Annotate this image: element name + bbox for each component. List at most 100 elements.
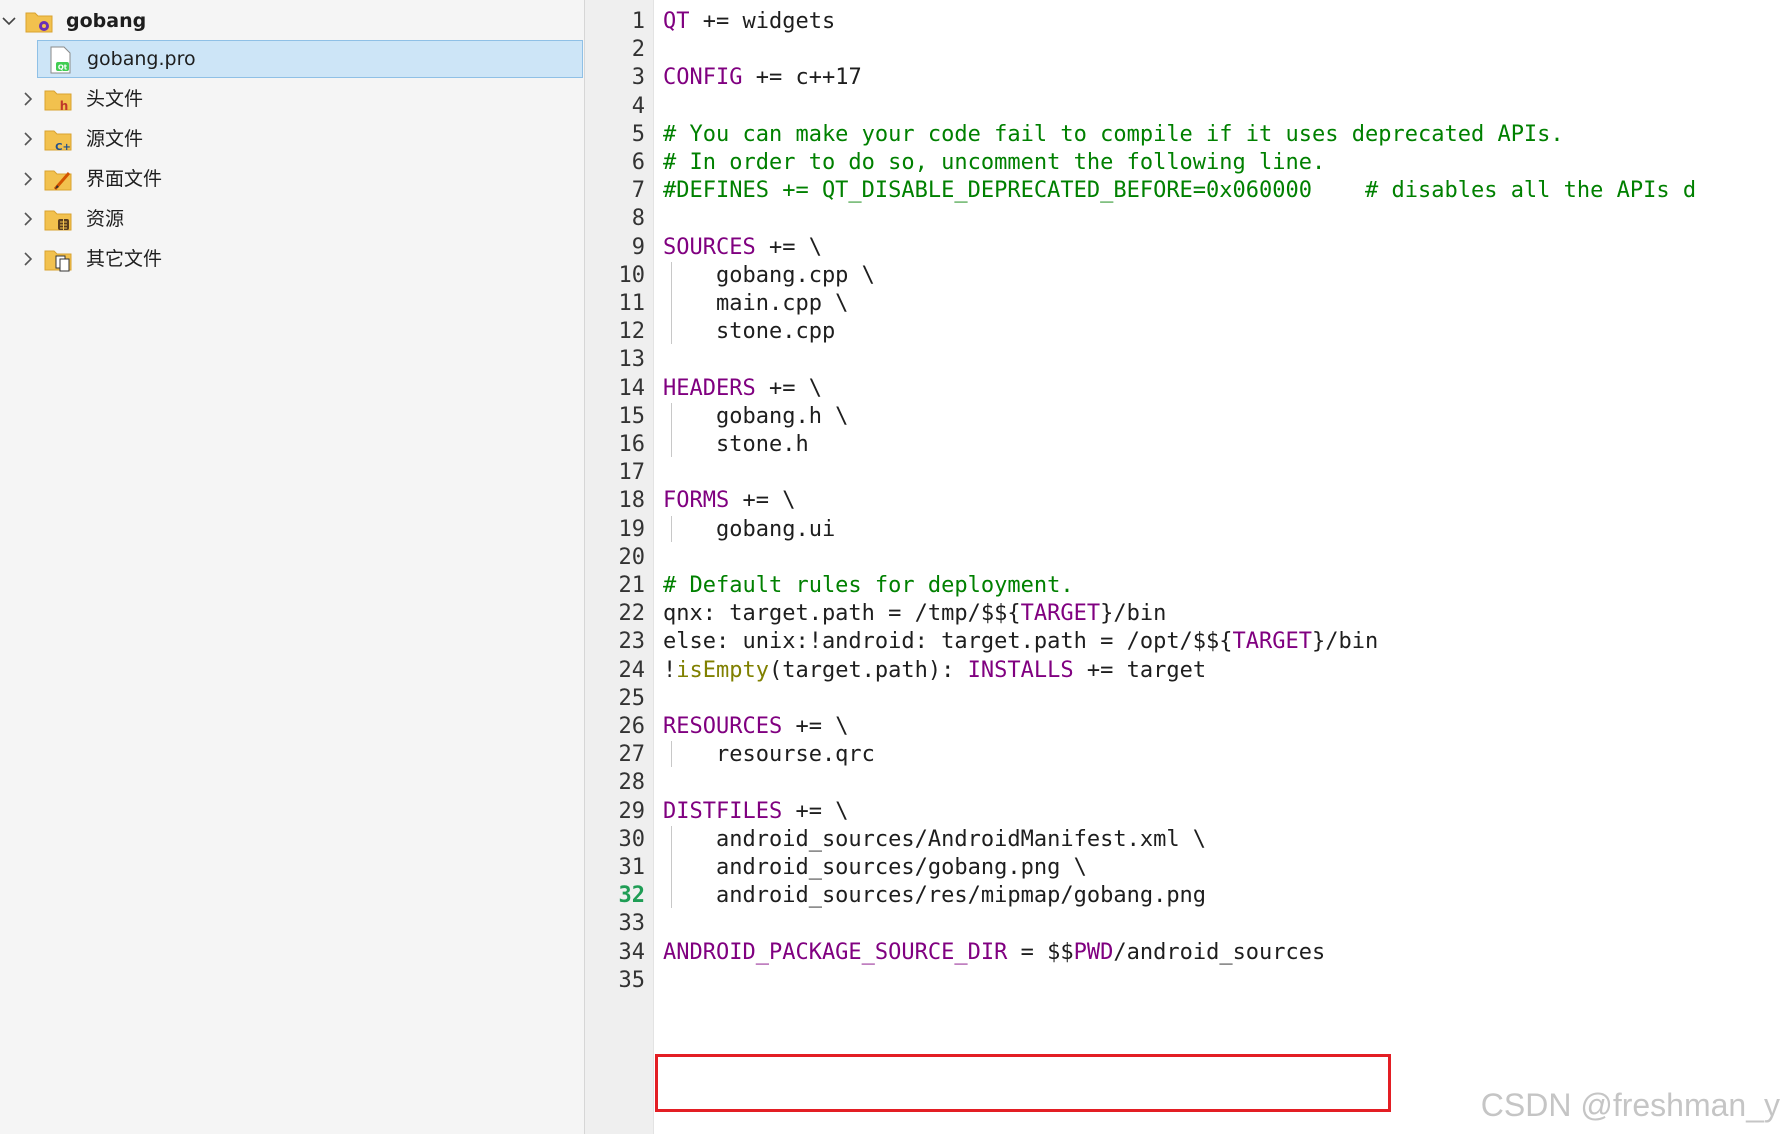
line-number: 14 [618, 375, 646, 401]
line-number: 27 [618, 742, 646, 768]
line-number: 29 [618, 798, 646, 824]
line-number: 7 [631, 178, 645, 204]
code-line[interactable]: #DEFINES += QT_DISABLE_DEPRECATED_BEFORE… [663, 175, 1696, 207]
text-token: stone.cpp [663, 319, 836, 345]
code-line[interactable]: else: unix:!android: target.path = /opt/… [663, 626, 1378, 658]
code-line[interactable]: RESOURCES += \ [663, 711, 848, 743]
qt-creator-window: gobang Qt gobang.pro h 头文件 C+ 源文件 界面文件 资… [0, 0, 1786, 1134]
line-number: 10 [618, 262, 646, 288]
text-token: += target [1073, 657, 1207, 683]
line-number: 3 [631, 65, 645, 91]
tree-item-sources[interactable]: C+ 源文件 [0, 120, 584, 158]
text-token: gobang.ui [663, 516, 836, 542]
text-token: stone.h [663, 432, 809, 457]
tree-item-forms[interactable]: 界面文件 [0, 160, 584, 198]
tree-item-label: 界面文件 [86, 168, 163, 190]
code-line[interactable]: ANDROID_PACKAGE_SOURCE_DIR = $$PWD/andro… [663, 937, 1325, 969]
svg-text:C+: C+ [55, 142, 71, 153]
line-number: 2 [631, 37, 645, 63]
text-token: += \ [729, 488, 796, 514]
form-folder-icon [44, 170, 72, 191]
code-line[interactable]: android_sources/AndroidManifest.xml \ [663, 824, 1206, 856]
line-number-gutter: 1 2 3 4 5 6 7 8 9 10 11 12 13 14 15 16 17 18 19 20 21 22 23 24 2… [585, 0, 654, 1134]
indent-guide [671, 261, 672, 345]
code-line[interactable]: gobang.cpp \ [663, 260, 875, 292]
code-line[interactable]: # You can make your code fail to compile… [663, 119, 1564, 151]
keyword-token: CONFIG [663, 65, 743, 91]
line-number: 22 [618, 601, 646, 627]
code-line[interactable]: FORMS += \ [663, 485, 795, 517]
code-line[interactable]: qnx: target.path = /tmp/$${TARGET}/bin [663, 598, 1166, 630]
tree-item-headers[interactable]: h 头文件 [0, 80, 584, 118]
text-token: }/bin [1312, 629, 1379, 655]
highlight-annotation-box [655, 1054, 1391, 1112]
line-number: 4 [631, 93, 645, 119]
keyword-token: TARGET [1020, 601, 1101, 627]
tree-item-gobang-pro[interactable]: Qt gobang.pro [37, 40, 583, 78]
chevron-right-icon[interactable] [19, 250, 37, 268]
text-token: += \ [782, 798, 849, 824]
chevron-right-icon[interactable] [19, 170, 37, 188]
tree-item-resources[interactable]: 资源 [0, 200, 584, 238]
chevron-right-icon[interactable] [19, 90, 37, 108]
code-line[interactable]: android_sources/gobang.png \ [663, 852, 1087, 884]
code-line[interactable]: stone.h [663, 429, 809, 461]
line-number: 32 [618, 883, 646, 909]
function-token: isEmpty [676, 657, 769, 683]
code-editor[interactable]: 1 2 3 4 5 6 7 8 9 10 11 12 13 14 15 16 17 18 19 20 21 22 23 24 2… [585, 0, 1786, 1134]
line-number: 17 [618, 460, 646, 486]
code-line[interactable]: # Default rules for deployment. [663, 570, 1074, 602]
code-line[interactable]: resourse.qrc [663, 739, 875, 771]
line-number: 20 [618, 544, 646, 570]
comment-token: # In order to do so, uncomment the follo… [663, 150, 1326, 175]
code-line[interactable]: stone.cpp [663, 316, 835, 348]
comment-token: # Default rules for deployment. [663, 573, 1074, 598]
code-line[interactable]: # In order to do so, uncomment the follo… [663, 147, 1325, 179]
code-line[interactable]: !isEmpty(target.path): INSTALLS += targe… [663, 655, 1206, 687]
code-line[interactable]: gobang.h \ [663, 401, 848, 433]
line-number: 6 [631, 150, 645, 175]
keyword-token: TARGET [1232, 629, 1313, 655]
code-line[interactable]: main.cpp \ [663, 288, 848, 320]
line-number: 1 [631, 9, 645, 34]
line-number: 35 [618, 967, 646, 993]
chevron-right-icon[interactable] [19, 130, 37, 148]
chevron-down-icon[interactable] [0, 12, 18, 30]
cpp-source-folder-icon: C+ [44, 130, 72, 153]
keyword-token: DISTFILES [663, 798, 783, 824]
line-number: 28 [618, 770, 646, 796]
code-line[interactable]: HEADERS += \ [663, 373, 822, 405]
text-token: += \ [755, 375, 822, 401]
text-token: (target.path): [768, 657, 968, 683]
other-files-folder-icon [44, 250, 72, 272]
code-line[interactable]: android_sources/res/mipmap/gobang.png [663, 880, 1206, 912]
qt-project-folder-icon [25, 12, 53, 33]
line-number: 30 [618, 826, 646, 852]
text-token: += \ [782, 714, 849, 739]
indent-guide [671, 825, 672, 909]
text-token: android_sources/AndroidManifest.xml \ [663, 826, 1207, 852]
tree-root-gobang[interactable]: gobang [0, 2, 584, 40]
tree-item-label: 资源 [86, 208, 125, 230]
text-token: += widgets [689, 9, 836, 34]
text-token: = $$ [1007, 939, 1074, 965]
line-number: 11 [618, 291, 646, 316]
code-line[interactable]: QT += widgets [663, 6, 835, 38]
qt-pro-file-icon: Qt [50, 46, 71, 74]
text-token: += c++17 [742, 65, 862, 91]
resource-folder-icon [44, 210, 72, 231]
code-line[interactable]: gobang.ui [663, 514, 835, 546]
indent-guide [671, 402, 672, 458]
code-line[interactable]: DISTFILES += \ [663, 796, 848, 828]
text-token: /android_sources [1113, 939, 1326, 965]
line-number: 24 [618, 657, 646, 683]
keyword-token: RESOURCES [663, 714, 783, 739]
code-line[interactable]: SOURCES += \ [663, 232, 822, 264]
code-line[interactable]: CONFIG += c++17 [663, 62, 862, 94]
line-number: 26 [618, 714, 646, 739]
comment-token: #DEFINES += QT_DISABLE_DEPRECATED_BEFORE… [663, 178, 1697, 204]
chevron-right-icon[interactable] [19, 210, 37, 228]
project-tree: gobang Qt gobang.pro h 头文件 C+ 源文件 界面文件 资… [0, 0, 585, 1134]
line-number: 23 [618, 629, 646, 655]
tree-item-other-files[interactable]: 其它文件 [0, 240, 584, 278]
